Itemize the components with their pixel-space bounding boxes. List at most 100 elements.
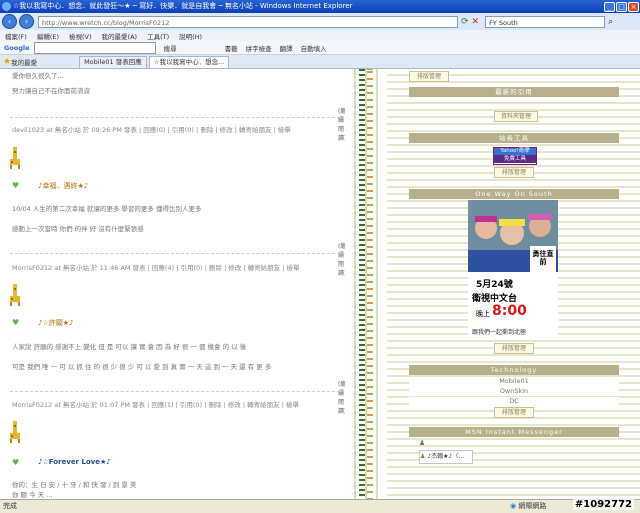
poster-slogan: 跟我們一起衝到北極 <box>472 329 527 336</box>
msn-status-icon: ♟ <box>420 453 426 460</box>
heart-icon: ♥ <box>12 458 20 467</box>
report-link[interactable]: 檢舉 <box>286 264 299 272</box>
msn-buddy-icon: ♟ <box>419 439 426 447</box>
post-text: 你 聽 今 天 ... <box>12 491 53 499</box>
tab-blog[interactable]: ☆我以我寫中心．想念... <box>148 55 230 68</box>
google-search-button[interactable]: 搜尋 <box>160 43 181 53</box>
manage-button[interactable]: 排版管理 <box>409 71 449 82</box>
trackback-link[interactable]: 引用(0) <box>180 264 202 272</box>
post-author[interactable]: MorrisF0212 <box>12 264 52 272</box>
menu-item-file[interactable]: 檔案(F) <box>0 31 32 41</box>
vine-decoration <box>355 69 377 499</box>
free-tools-link[interactable]: 免費工具 <box>494 155 536 163</box>
globe-icon: ◉ <box>510 502 517 510</box>
search-input[interactable]: FY South <box>485 15 606 28</box>
google-bookmarks-button[interactable]: 書籤 <box>221 43 242 53</box>
post-author[interactable]: devil1023 <box>12 126 44 134</box>
delete-link[interactable]: 刪除 <box>208 401 221 409</box>
minimize-button[interactable]: _ <box>604 1 615 12</box>
reply-link[interactable]: 回應(0) <box>143 126 165 134</box>
post-title[interactable]: ♪☆Forever Love★♪ <box>38 458 111 466</box>
page-content: 愛你很久很久了... 努力讓自己不在你面前流淚 (繼續閱讀) devil1023… <box>0 69 640 499</box>
menu-item-view[interactable]: 檢視(V) <box>64 31 97 41</box>
forward-link[interactable]: 轉寄給朋友 <box>247 401 280 409</box>
giraffe-icon <box>10 421 20 443</box>
tab-bar: ★ 我的最愛 Mobile01 發表回應 ☆我以我寫中心．想念... <box>0 55 640 69</box>
google-search-input[interactable] <box>33 41 156 54</box>
edit-link[interactable]: 修改 <box>220 126 233 134</box>
stop-icon[interactable]: ✕ <box>472 17 480 27</box>
msn-contact[interactable]: ♟ ♪杰翰★♪（... <box>419 450 473 464</box>
trackback-link[interactable]: 引用(0) <box>180 401 202 409</box>
post-blog[interactable]: 無名小站 <box>55 126 81 134</box>
post-time: 於 01:07 PM 發表 <box>91 401 146 409</box>
tech-link-ownskin[interactable]: OwnSkin <box>409 387 619 396</box>
manage-button[interactable]: 排版管理 <box>494 407 534 418</box>
google-spellcheck-button[interactable]: 拼字檢查 <box>242 43 276 53</box>
poster-time: 8:00 <box>492 303 527 319</box>
google-logo: Google <box>4 43 30 52</box>
post-blog[interactable]: 無名小站 <box>63 401 89 409</box>
post-time: 於 11:46 AM 發表 <box>91 264 146 272</box>
refresh-icon[interactable]: ⟳ <box>461 17 469 27</box>
post-author[interactable]: MorrisF0212 <box>12 401 52 409</box>
watermark: #1092772 <box>572 499 634 510</box>
post-title[interactable]: ♪幸福．遇終★♪ <box>38 181 88 191</box>
menu-item-favorites[interactable]: 我的最愛(A) <box>97 31 143 41</box>
manage-button[interactable]: 排版管理 <box>494 343 534 354</box>
divider <box>10 117 340 118</box>
tech-link-dc[interactable]: DC <box>409 397 619 406</box>
reply-link[interactable]: 回應(1) <box>151 401 173 409</box>
url-input[interactable]: http://www.wretch.cc/blog/MorrisF0212 <box>38 15 458 28</box>
search-icon[interactable]: ⌕ <box>608 17 613 27</box>
close-button[interactable]: × <box>628 1 639 12</box>
folder-manage-button[interactable]: 資料夾管理 <box>494 111 538 122</box>
google-translate-button[interactable]: 翻譯 <box>276 43 297 53</box>
reply-link[interactable]: 回應(4) <box>152 264 174 272</box>
sidebar-heading-one-way: One Way On South <box>409 189 619 199</box>
post-blog[interactable]: 無名小站 <box>63 264 89 272</box>
heart-icon: ♥ <box>12 318 20 327</box>
divider <box>10 391 340 392</box>
maximize-button[interactable]: □ <box>616 1 627 12</box>
edit-link[interactable]: 修改 <box>228 264 241 272</box>
delete-link[interactable]: 刪除 <box>209 264 222 272</box>
manage-button[interactable]: 排版管理 <box>494 167 534 178</box>
report-link[interactable]: 檢舉 <box>286 401 299 409</box>
edit-link[interactable]: 修改 <box>228 401 241 409</box>
report-link[interactable]: 檢舉 <box>278 126 291 134</box>
heart-icon: ♥ <box>12 181 20 190</box>
blog-main-column: 愛你很久很久了... 努力讓自己不在你面前流淚 (繼續閱讀) devil1023… <box>0 69 346 499</box>
sidebar-heading-trackbacks: 最新的引用 <box>409 87 619 97</box>
menu-item-edit[interactable]: 編輯(E) <box>32 31 64 41</box>
tools-box: Yahoo!奇摩 免費工具 <box>493 147 537 165</box>
favorites-star-icon[interactable]: ★ <box>3 57 11 67</box>
post-meta: devil1023 at 無名小站 於 09:26 PM 發表 | 回應(0) … <box>12 126 291 134</box>
yahoo-link[interactable]: Yahoo!奇摩 <box>494 148 536 155</box>
post-title[interactable]: ♪☆許願★♪ <box>38 318 74 328</box>
menu-item-tools[interactable]: 工具(T) <box>142 31 174 41</box>
back-icon[interactable]: ‹ <box>2 14 17 29</box>
poster-stamp: 勇往直前 <box>532 250 554 266</box>
vine-divider <box>345 69 387 499</box>
status-text: 完成 <box>3 502 17 510</box>
ie-icon <box>2 2 11 11</box>
tab-mobile01[interactable]: Mobile01 發表回應 <box>79 55 147 68</box>
window-title: ☆我以我寫中心．想念．就此發狂～★ ─ 寫好．快樂．就是自我會 ─ 無名小站 -… <box>13 2 353 10</box>
poster-date: 5月24號 <box>476 280 513 290</box>
delete-link[interactable]: 刪除 <box>200 126 213 134</box>
forward-icon[interactable]: › <box>19 14 34 29</box>
poster-time-prefix: 晚上 <box>476 310 490 318</box>
forward-link[interactable]: 轉寄給朋友 <box>248 264 281 272</box>
trackback-link[interactable]: 引用(0) <box>172 126 194 134</box>
sidebar-heading-tools: 站長工具 <box>409 133 619 143</box>
favorites-label[interactable]: 我的最愛 <box>11 57 37 67</box>
forward-link[interactable]: 轉寄給朋友 <box>239 126 272 134</box>
menu-item-help[interactable]: 說明(H) <box>174 31 207 41</box>
post-text: 努力讓自己不在你面前流淚 <box>12 87 90 95</box>
post-text: 可是 我們 唯 一 可 以 抓 住 的 很 少 很 少 可 以 愛 到 真 實 … <box>12 363 272 371</box>
tech-link-mobile01[interactable]: Mobile01 <box>409 377 619 386</box>
menu-bar: 檔案(F) 編輯(E) 檢視(V) 我的最愛(A) 工具(T) 說明(H) <box>0 30 640 41</box>
post-text: 感動上一次當時 你們 的伴 好 沒有什麼緊張感 <box>12 225 144 233</box>
google-autofill-button[interactable]: 自動填入 <box>297 43 331 53</box>
